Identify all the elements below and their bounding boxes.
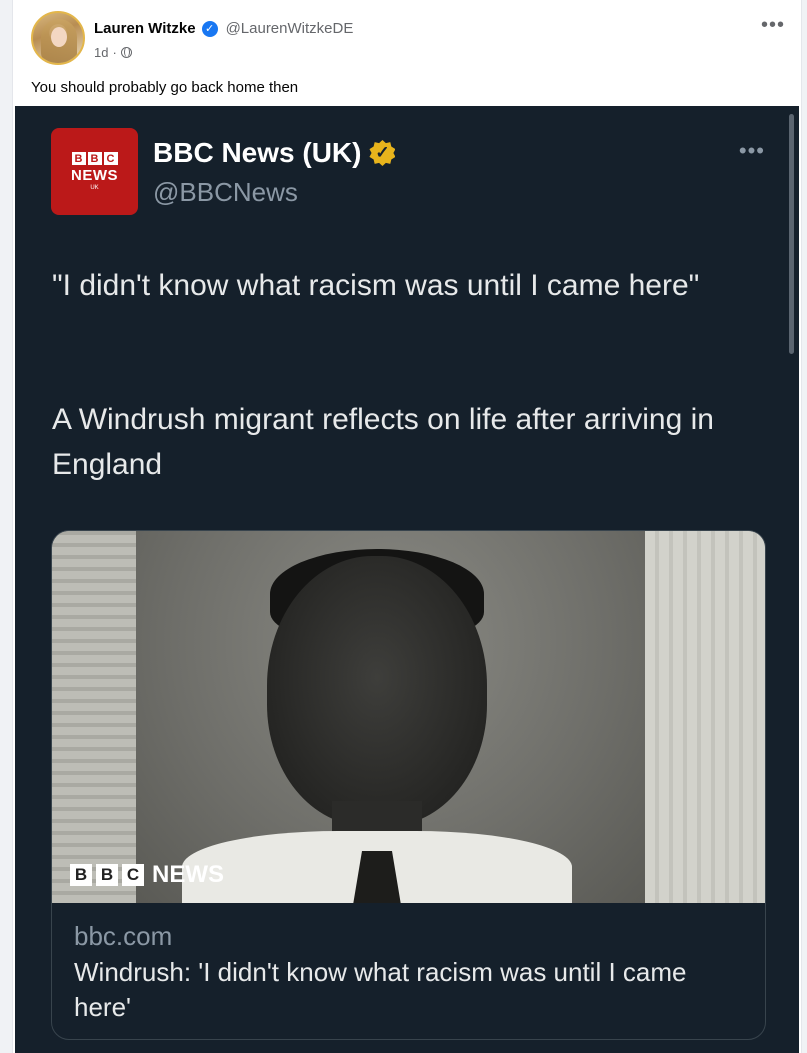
author-name[interactable]: Lauren Witzke <box>94 20 196 37</box>
tweet-text-quote: "I didn't know what racism was until I c… <box>52 269 700 302</box>
avatar-face <box>51 27 67 47</box>
embedded-tweet-screenshot: B B C NEWS UK BBC News (UK) ✓ @BBCNews •… <box>15 106 799 1053</box>
more-options-icon[interactable]: ••• <box>761 14 785 37</box>
author-row: Lauren Witzke ✓ @LaurenWitzkeDE <box>94 20 353 37</box>
facebook-post: Lauren Witzke ✓ @LaurenWitzkeDE 1d · •••… <box>12 0 802 1053</box>
scrollbar[interactable] <box>789 114 794 354</box>
bbc-news-watermark: B B C NEWS <box>70 861 224 889</box>
meta-separator: · <box>112 45 117 60</box>
bbc-logo-letter: C <box>103 152 118 165</box>
bbc-news-logo: B B C NEWS UK <box>51 128 138 215</box>
tweet-text-body: A Windrush migrant reflects on life afte… <box>52 403 714 481</box>
card-title: Windrush: 'I didn't know what racism was… <box>74 957 687 1022</box>
portrait-head <box>267 556 487 826</box>
card-photo: B B C NEWS <box>52 531 765 903</box>
tweet-name-row: BBC News (UK) ✓ <box>153 137 396 169</box>
post-meta: 1d · <box>94 45 132 60</box>
globe-icon <box>120 47 132 58</box>
author-avatar[interactable] <box>31 11 85 65</box>
bbc-logo-uk: UK <box>90 185 99 191</box>
author-handle[interactable]: @LaurenWitzkeDE <box>226 20 354 37</box>
bbc-logo-letter: B <box>71 152 86 165</box>
gold-verified-icon: ✓ <box>369 140 396 166</box>
card-domain: bbc.com <box>74 921 173 951</box>
bbc-logo-blocks: B B C <box>71 152 118 165</box>
bbc-logo-letter: B <box>87 152 102 165</box>
link-card: B B C NEWS bbc.com Windrush: 'I didn't k… <box>51 530 766 1040</box>
watermark-letter: B <box>70 864 92 886</box>
watermark-letter: B <box>96 864 118 886</box>
post-caption: You should probably go back home then <box>31 79 299 96</box>
tweet-more-icon: ••• <box>738 138 765 163</box>
tweet-handle: @BBCNews <box>153 177 298 207</box>
verified-icon: ✓ <box>201 20 218 37</box>
tweet-display-name: BBC News (UK) <box>153 137 362 168</box>
post-time[interactable]: 1d <box>94 45 108 60</box>
document-paper-right <box>645 531 765 903</box>
document-paper-left <box>52 531 136 903</box>
watermark-letter: C <box>122 864 144 886</box>
watermark-news: NEWS <box>152 861 224 888</box>
bbc-logo-news: NEWS <box>71 167 118 184</box>
